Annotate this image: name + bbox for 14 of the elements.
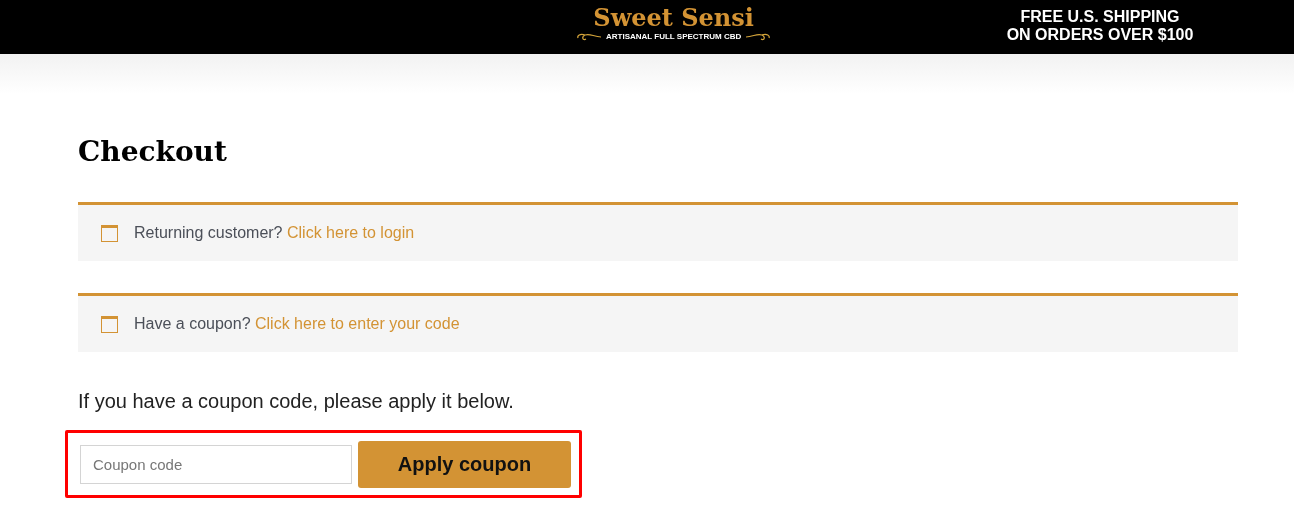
coupon-field[interactable]: Coupon code bbox=[80, 444, 352, 484]
page-title: Checkout bbox=[78, 134, 228, 170]
tagline: ARTISANAL FULL SPECTRUM CBD bbox=[606, 32, 742, 42]
window-icon bbox=[101, 224, 118, 242]
notice-text: Have a coupon? bbox=[134, 315, 251, 332]
flourish-icon bbox=[576, 32, 602, 42]
shipping-text: ON ORDERS OVER $100 bbox=[1006, 26, 1194, 44]
apply-coupon-button[interactable]: Apply coupon bbox=[358, 440, 571, 488]
window-icon bbox=[101, 315, 118, 333]
notice-text: Returning customer? bbox=[134, 224, 283, 241]
shipping-text: FREE U.S. SHIPPING bbox=[1020, 8, 1180, 26]
flourish-icon bbox=[745, 32, 772, 42]
coupon-prompt: If you have a coupon code, please apply it below. bbox=[78, 389, 515, 414]
brand-logo[interactable]: Sweet Sensi bbox=[593, 4, 754, 32]
